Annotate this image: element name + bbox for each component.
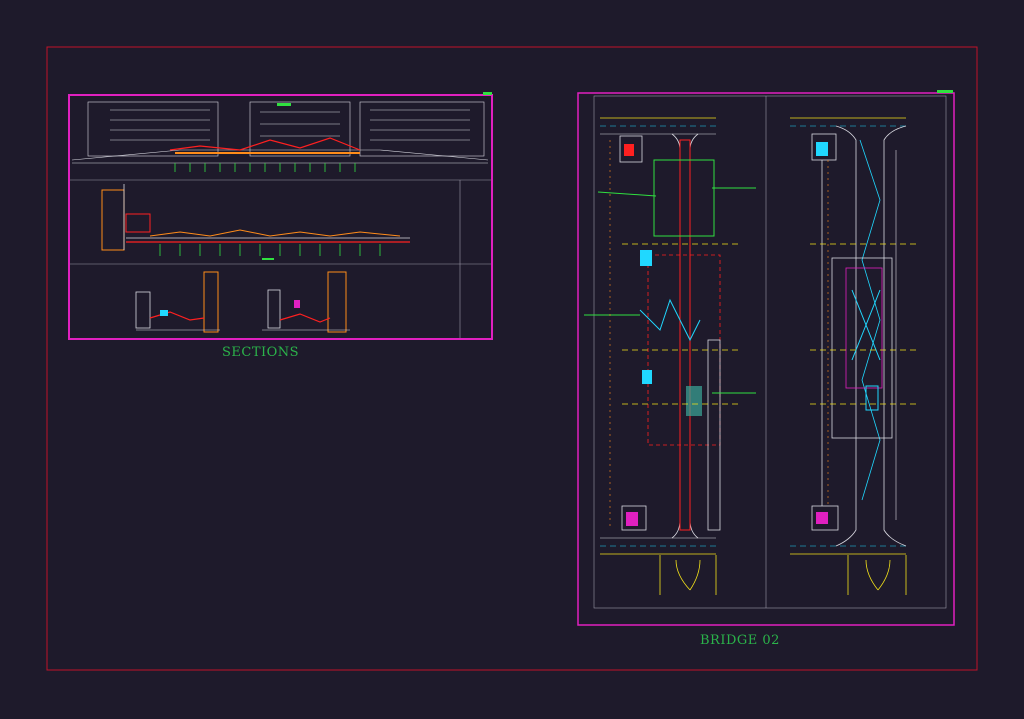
bridge-title: BRIDGE 02 [700,633,780,648]
outer-frame [46,46,978,671]
section-cross-right [262,271,350,333]
bridge-sheet [577,90,955,626]
section-cross-left [135,271,220,333]
sections-title: SECTIONS [222,345,300,360]
bridge-plan-left [584,117,756,595]
sections-sheet [68,92,493,340]
bridge-plan-right [790,117,918,595]
section-long-middle [101,184,410,260]
cad-drawing-canvas [46,46,978,671]
